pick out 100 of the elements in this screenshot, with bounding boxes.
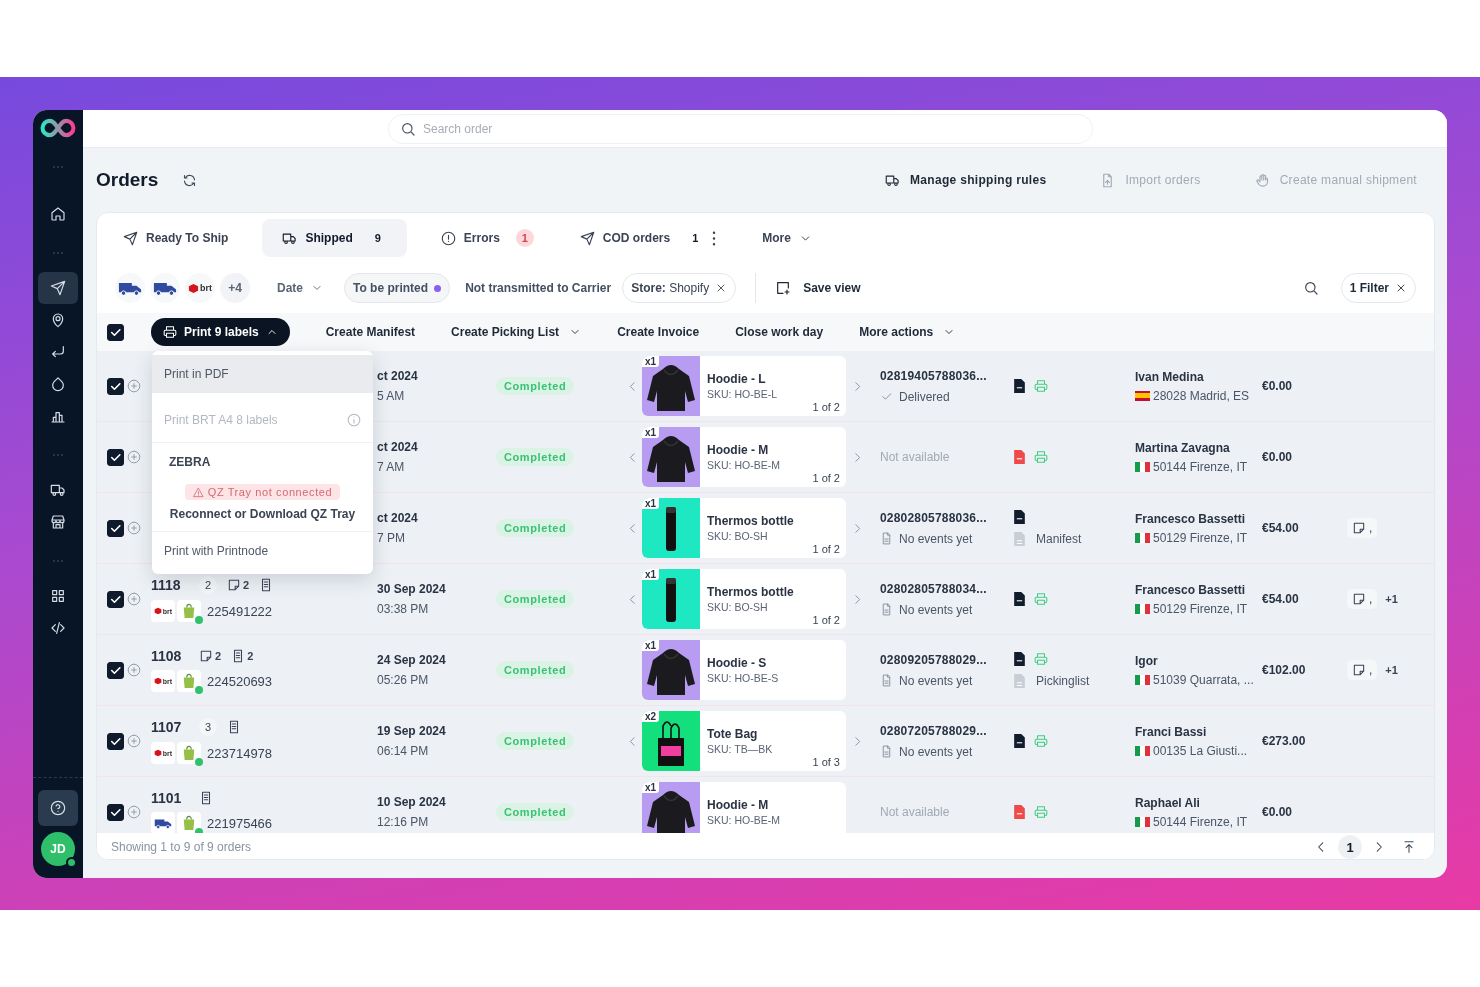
carrier-filter-chip[interactable] xyxy=(115,273,145,303)
expand-plus-icon[interactable] xyxy=(127,592,141,606)
order-time: 7 AM xyxy=(377,460,406,474)
help-button[interactable] xyxy=(38,790,78,826)
product-sku: SKU: HO-BE-L xyxy=(707,388,777,400)
expand-plus-icon[interactable] xyxy=(127,663,141,677)
carrier-filter-chip[interactable]: brt xyxy=(185,273,215,303)
expand-plus-icon[interactable] xyxy=(127,805,141,819)
pdf-file-icon[interactable] xyxy=(1013,804,1026,820)
order-amount: €0.00 xyxy=(1262,379,1293,393)
quantity-badge: x1 xyxy=(642,782,660,793)
reconnect-link[interactable]: Reconnect or Download QZ Tray xyxy=(169,507,356,521)
order-date: 19 Sep 2024 xyxy=(377,724,447,738)
add-view-icon xyxy=(775,280,792,296)
flag-icon xyxy=(1135,816,1150,827)
row-checkbox[interactable] xyxy=(107,519,124,537)
bottle-drawing xyxy=(642,569,700,629)
external-order-number: 225491222 xyxy=(207,603,273,619)
more-count: +1 xyxy=(1385,664,1398,676)
expand-plus-icon[interactable] xyxy=(127,521,141,535)
more-carriers-chip[interactable]: +4 xyxy=(220,273,250,303)
tracking-number[interactable]: 02809205788029... xyxy=(880,652,1011,667)
tab[interactable]: Shipped 9 xyxy=(262,219,407,257)
row-checkbox[interactable] xyxy=(107,661,124,679)
tracking-number[interactable]: 02819405788036... xyxy=(880,368,1011,383)
bulk-action-button[interactable]: Close work day xyxy=(735,325,824,339)
menu-item[interactable]: Print in PDF xyxy=(152,355,373,393)
status-badge: Completed xyxy=(496,590,575,608)
order-amount: €54.00 xyxy=(1262,521,1299,535)
row-checkbox[interactable] xyxy=(107,377,124,395)
note-chip[interactable]: , xyxy=(1347,589,1378,609)
bulk-action-button[interactable]: More actions xyxy=(859,325,956,339)
zpl-file-icon[interactable] xyxy=(1013,509,1026,525)
row-checkbox[interactable] xyxy=(107,590,124,608)
hoodie-drawing xyxy=(642,356,700,416)
van-icon xyxy=(118,280,142,296)
external-order-number: 224520693 xyxy=(207,673,273,689)
zpl-file-icon[interactable] xyxy=(1013,733,1026,749)
expand-plus-icon[interactable] xyxy=(127,379,141,393)
menu-section-title: ZEBRA xyxy=(169,455,211,469)
item-count-badge: 2 xyxy=(199,576,217,594)
zpl-file-icon[interactable] xyxy=(1013,378,1026,394)
flag-icon xyxy=(1135,603,1150,614)
order-date: 10 Sep 2024 xyxy=(377,795,447,809)
print-labels-button[interactable]: Print 9 labels xyxy=(151,318,290,346)
order-amount: €0.00 xyxy=(1262,450,1293,464)
order-amount: €102.00 xyxy=(1262,663,1306,677)
order-time: 03:38 PM xyxy=(377,602,430,616)
carrier-filter-chip[interactable] xyxy=(150,273,180,303)
row-checkbox[interactable] xyxy=(107,448,124,466)
sidebar-item[interactable] xyxy=(38,272,78,304)
status-badge: Completed xyxy=(496,448,575,466)
status-badge: Completed xyxy=(496,803,575,821)
filter-chip[interactable]: To be printed xyxy=(344,273,451,303)
document-icon xyxy=(880,745,893,758)
filter-chip[interactable]: Store: Shopify xyxy=(622,273,737,303)
warning-icon xyxy=(192,486,204,498)
bulk-action-button[interactable]: Create Invoice xyxy=(617,325,700,339)
document-label[interactable]: Manifest xyxy=(1036,532,1082,546)
zpl-file-icon[interactable] xyxy=(1013,651,1026,667)
tab[interactable]: Ready To Ship xyxy=(111,219,241,257)
order-time: 12:16 PM xyxy=(377,815,430,829)
customer-name: Francesco Bassetti xyxy=(1135,582,1247,597)
item-pager-text: 1 of 2 xyxy=(812,401,840,413)
row-checkbox[interactable] xyxy=(107,732,124,750)
tracking-number[interactable]: 02807205788029... xyxy=(880,723,1011,738)
flag-icon xyxy=(1135,461,1150,472)
note-chip[interactable]: , xyxy=(1347,660,1378,680)
tracking-number[interactable]: 02802805788034... xyxy=(880,581,1011,596)
filter-dropdown[interactable]: Date xyxy=(277,281,323,295)
tab[interactable]: More xyxy=(750,219,824,257)
order-time: 06:14 PM xyxy=(377,744,430,758)
note-chip[interactable]: , xyxy=(1347,518,1378,538)
customer-address: 50129 Firenze, IT xyxy=(1153,530,1248,545)
expand-plus-icon[interactable] xyxy=(127,450,141,464)
expand-plus-icon[interactable] xyxy=(127,734,141,748)
page-button[interactable]: 1 xyxy=(1338,835,1362,859)
warning-badge: QZ Tray not connected xyxy=(184,484,341,500)
bulk-action-button[interactable]: Create Manifest xyxy=(325,325,416,339)
quantity-badge: x1 xyxy=(642,569,660,580)
row-checkbox[interactable] xyxy=(107,803,124,821)
pdf-file-icon[interactable] xyxy=(1013,449,1026,465)
filter-option[interactable]: Not transmitted to Carrier xyxy=(465,281,612,295)
tracking-number[interactable]: 02802805788036... xyxy=(880,510,1011,525)
active-filters-chip[interactable]: 1 Filter xyxy=(1340,273,1416,303)
document-label[interactable]: Pickinglist xyxy=(1036,674,1090,688)
bulk-action-button[interactable]: Create Picking List xyxy=(451,325,582,339)
bottle-drawing xyxy=(642,498,700,558)
zpl-file-icon[interactable] xyxy=(1013,591,1026,607)
product-name: Hoodie - S xyxy=(707,656,768,670)
search-field[interactable]: Search order xyxy=(388,113,1093,144)
store-logo xyxy=(177,742,201,764)
header-action-button[interactable]: Manage shipping rules xyxy=(885,172,1047,188)
menu-item[interactable]: Print with Printnode xyxy=(152,532,373,570)
tab[interactable]: Errors 1 xyxy=(428,219,546,257)
tab[interactable]: COD orders 1 xyxy=(567,219,729,257)
hoodie-drawing xyxy=(642,640,700,700)
save-view-button[interactable]: Save view xyxy=(775,280,861,296)
tracking-status: Delivered xyxy=(899,389,950,404)
select-all-checkbox[interactable] xyxy=(107,323,124,341)
